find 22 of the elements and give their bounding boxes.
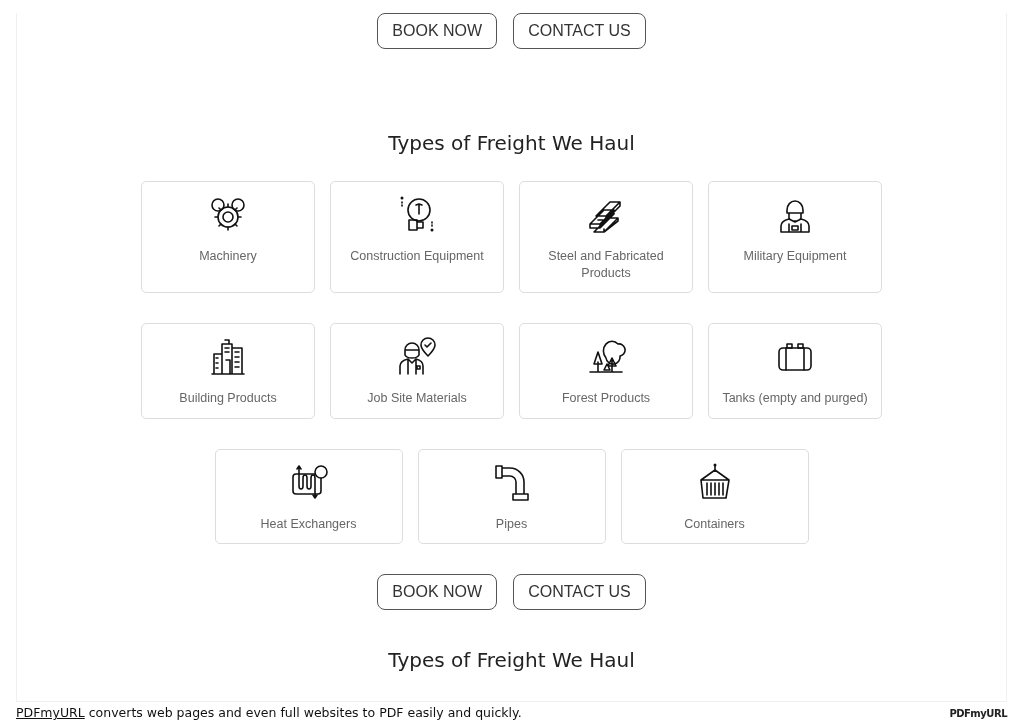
contact-button[interactable]: CONTACT US	[513, 574, 646, 610]
card-label: Heat Exchangers	[260, 516, 357, 533]
worker-pin-icon	[397, 336, 437, 376]
section-title: Types of Freight We Haul	[387, 131, 636, 155]
card-label: Tanks (empty and purged)	[722, 390, 868, 407]
card-label: Job Site Materials	[367, 390, 467, 407]
card-label: Machinery	[199, 248, 257, 265]
card-label: Construction Equipment	[350, 248, 484, 265]
contact-button[interactable]: CONTACT US	[513, 13, 646, 49]
card-label: Pipes	[495, 516, 528, 533]
card-label: Containers	[684, 516, 745, 533]
buildings-icon	[208, 336, 248, 376]
book-button[interactable]: BOOK NOW	[377, 13, 498, 49]
card-label: Steel and Fabricated Products	[547, 248, 665, 282]
card-label: Building Products	[179, 390, 277, 407]
footer-link[interactable]: PDFmyURL	[16, 705, 85, 720]
card-label: Forest Products	[561, 390, 651, 407]
section-title: Types of Freight We Haul	[387, 648, 636, 672]
book-button[interactable]: BOOK NOW	[377, 574, 498, 610]
footer-text: PDFmyURL converts web pages and even full websites to PDF easily and quickly.	[16, 704, 522, 722]
logo: PDFmyURL	[949, 706, 1007, 721]
card-label: Military Equipment	[743, 248, 847, 265]
